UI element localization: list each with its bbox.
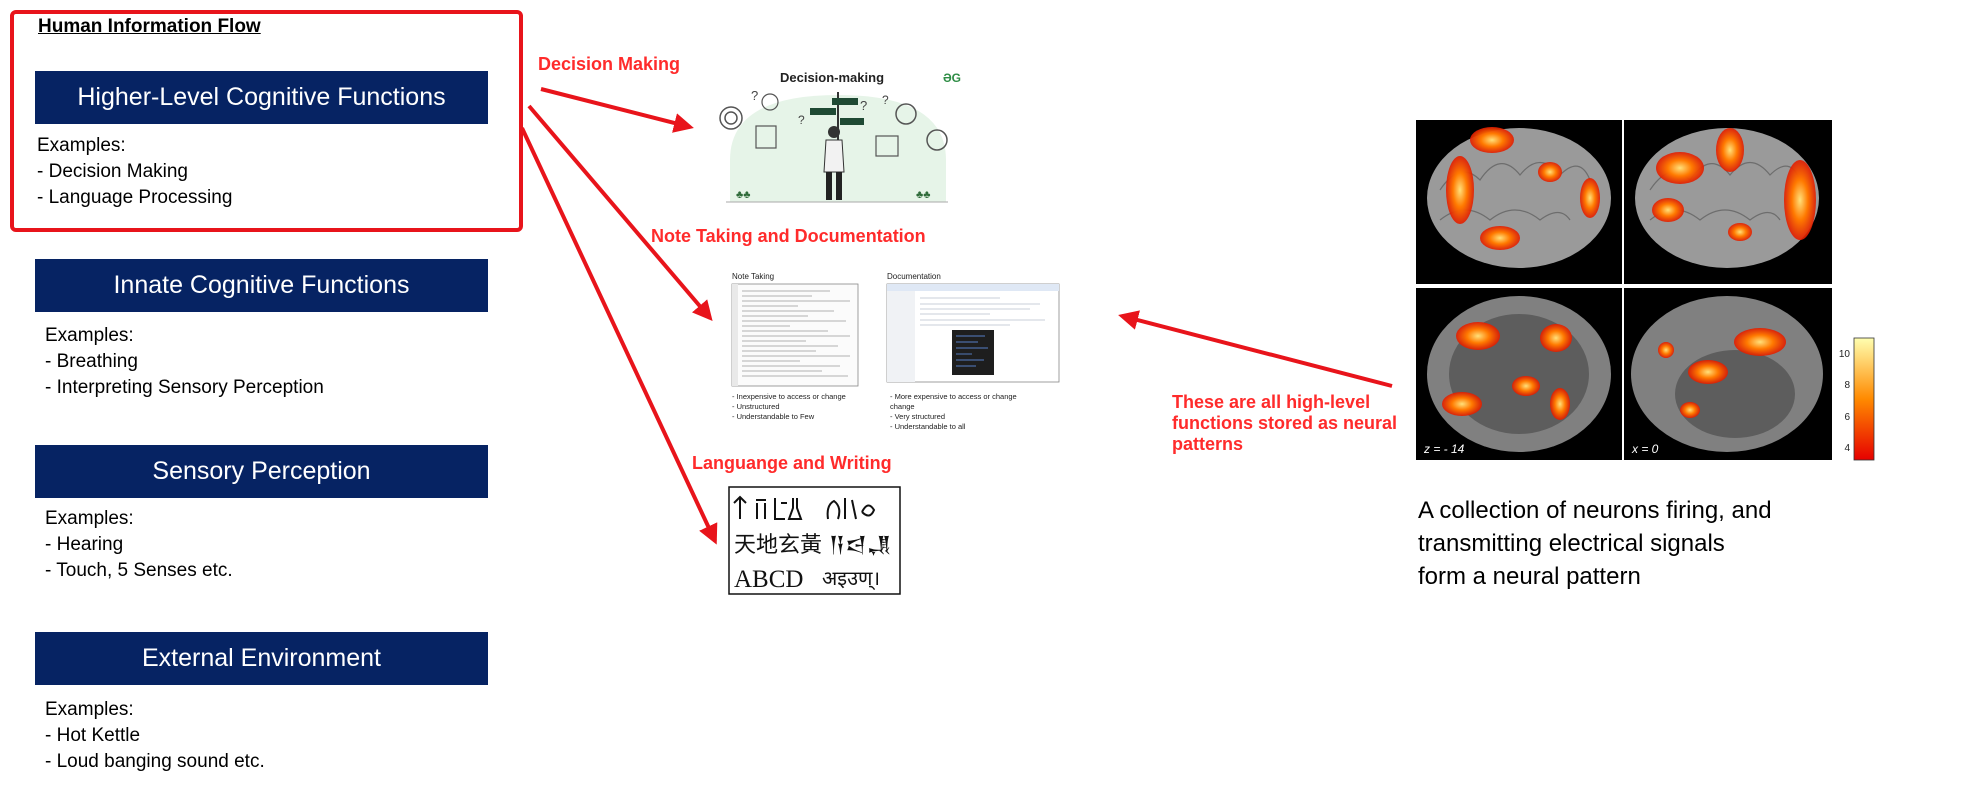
doc-point: - Very structured bbox=[890, 412, 945, 421]
callout-note-taking: Note Taking and Documentation bbox=[651, 226, 926, 246]
svg-text:♣♣: ♣♣ bbox=[916, 189, 930, 201]
note-point: - Unstructured bbox=[732, 402, 780, 411]
callout-neural-patterns: These are all high-level functions store… bbox=[1172, 392, 1398, 454]
svg-text:change: change bbox=[890, 402, 915, 411]
decision-illustration-title: Decision-making bbox=[780, 70, 884, 85]
writing-row-2: 天地玄黃 𒀀𒁀𒂗 bbox=[734, 533, 892, 558]
arrow-to-language bbox=[520, 127, 718, 545]
arrow-from-brain bbox=[1118, 310, 1393, 388]
scale-tick: 4 bbox=[1844, 443, 1850, 454]
brain-caption-line: A collection of neurons firing, and bbox=[1418, 497, 1772, 524]
note-taking-title: Note Taking bbox=[732, 272, 774, 281]
arrow-to-decision bbox=[540, 87, 694, 133]
scale-tick: 8 bbox=[1844, 380, 1850, 391]
writing-systems-image: 天地玄黃 𒀀𒁀𒂗 ABCD अइउण्। bbox=[728, 486, 901, 595]
svg-text:?: ? bbox=[882, 93, 889, 107]
note-point: - Inexpensive to access or change bbox=[732, 392, 846, 401]
writing-row-3-latin: ABCD bbox=[734, 566, 803, 593]
callout-language-writing: Languange and Writing bbox=[692, 453, 892, 473]
callout-decision-making: Decision Making bbox=[538, 54, 681, 74]
arrow-to-notes bbox=[527, 104, 713, 322]
diagram-canvas: Decision-making ƏG ? ? ? ? ♣♣ ♣♣ Note Ta… bbox=[520, 70, 1875, 595]
doc-point: - More expensive to access or change bbox=[890, 392, 1017, 401]
notes-documentation-image: Note Taking - Inexpensive to access or c… bbox=[731, 272, 1060, 431]
svg-text:?: ? bbox=[751, 88, 758, 103]
svg-text:♣♣: ♣♣ bbox=[736, 189, 750, 201]
brain-label-z: z = - 14 bbox=[1423, 442, 1465, 456]
scale-tick: 10 bbox=[1839, 349, 1851, 360]
brain-activation-image: z = - 14 x = 0 10 8 6 4 bbox=[1416, 120, 1875, 461]
documentation-title: Documentation bbox=[887, 272, 941, 281]
gfg-logo: ƏG bbox=[943, 71, 961, 85]
brain-label-x: x = 0 bbox=[1631, 442, 1659, 456]
brain-caption-line: form a neural pattern bbox=[1418, 563, 1641, 590]
doc-point: - Understandable to all bbox=[890, 422, 966, 431]
svg-text:?: ? bbox=[798, 113, 805, 127]
scale-tick: 6 bbox=[1844, 412, 1850, 423]
writing-row-3-devanagari: अइउण्। bbox=[822, 566, 880, 591]
decision-making-illustration: Decision-making ƏG ? ? ? ? ♣♣ ♣♣ bbox=[719, 70, 961, 203]
brain-caption-line: transmitting electrical signals bbox=[1418, 530, 1725, 557]
note-point: - Understandable to Few bbox=[732, 412, 815, 421]
brain-caption: A collection of neurons firing, and tran… bbox=[1418, 494, 1848, 593]
svg-text:?: ? bbox=[860, 98, 867, 113]
